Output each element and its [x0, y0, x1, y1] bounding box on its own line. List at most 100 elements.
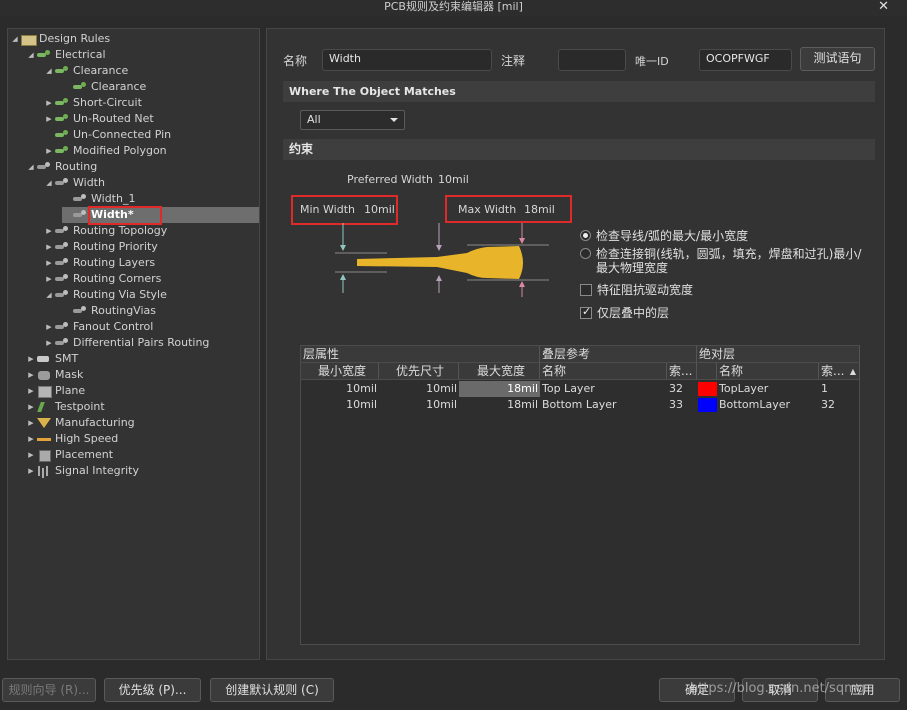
tree-item-routing-layers[interactable]: ▶ Routing Layers — [44, 255, 155, 271]
cell-preferred-size[interactable]: 10mil — [379, 397, 459, 413]
tree-item-fanout-control[interactable]: ▶ Fanout Control — [44, 319, 153, 335]
tree-item-testpoint[interactable]: ▶ Testpoint — [26, 399, 104, 415]
expand-arrow-icon[interactable]: ▶ — [26, 367, 36, 383]
cell-stack-name[interactable]: Bottom Layer — [542, 397, 667, 413]
expand-arrow-icon[interactable]: ▶ — [26, 399, 36, 415]
expand-arrow-icon[interactable]: ▶ — [44, 319, 54, 335]
col-preferred-size[interactable]: 优先尺寸 — [379, 363, 459, 380]
expand-arrow-icon[interactable]: ▶ — [26, 431, 36, 447]
cell-abs-name[interactable]: BottomLayer — [719, 397, 819, 413]
tree-item-manufacturing[interactable]: ▶ Manufacturing — [26, 415, 134, 431]
cell-min-width[interactable]: 10mil — [301, 397, 379, 413]
collapse-arrow-icon[interactable]: ◢ — [26, 47, 36, 63]
col-stack-index[interactable]: 索... — [667, 363, 697, 380]
radio-option-1[interactable]: 检查连接铜(线轨，圆弧，填充，焊盘和过孔)最小/最大物理宽度 — [580, 247, 865, 275]
close-icon[interactable]: ✕ — [878, 0, 889, 14]
expand-arrow-icon[interactable]: ▶ — [26, 415, 36, 431]
expand-arrow-icon[interactable]: ▶ — [44, 95, 54, 111]
max-width-value[interactable]: 18mil — [524, 203, 555, 216]
col-abs-name[interactable]: 名称 — [717, 363, 819, 380]
tree-item-label: Mask — [55, 368, 84, 381]
layer-color-swatch[interactable] — [698, 382, 717, 396]
checkbox-option-3[interactable]: 仅层叠中的层 — [580, 305, 865, 320]
checkbox[interactable] — [580, 305, 592, 319]
uid-field[interactable]: OCOPFWGF — [699, 49, 792, 71]
tree-item-routing[interactable]: ◢ Routing — [26, 159, 97, 175]
tree-item-routing-corners[interactable]: ▶ Routing Corners — [44, 271, 161, 287]
expand-arrow-icon[interactable]: ▶ — [26, 351, 36, 367]
collapse-arrow-icon[interactable]: ◢ — [26, 159, 36, 175]
cell-preferred-size[interactable]: 10mil — [379, 381, 459, 397]
tree-item-electrical[interactable]: ◢ Electrical — [26, 47, 105, 63]
expand-arrow-icon[interactable]: ▶ — [44, 111, 54, 127]
tree-item-design-rules[interactable]: ◢ Design Rules — [10, 31, 110, 47]
name-field[interactable]: Width — [322, 49, 492, 71]
tree-item-mask[interactable]: ▶ Mask — [26, 367, 83, 383]
tree-item-plane[interactable]: ▶ Plane — [26, 383, 85, 399]
cell-stack-name[interactable]: Top Layer — [542, 381, 667, 397]
green-rule-icon — [54, 145, 70, 157]
expand-arrow-icon[interactable]: ▶ — [26, 463, 36, 479]
comment-field[interactable] — [558, 49, 626, 71]
test-query-button[interactable]: 测试语句 — [800, 47, 875, 71]
expand-arrow-icon[interactable]: ▶ — [44, 143, 54, 159]
create-default-rules-button[interactable]: 创建默认规则 (C) — [210, 678, 334, 702]
layer-grid[interactable]: 层属性 叠层参考 绝对层 最小宽度 优先尺寸 最大宽度 名称 索... 名称 索… — [300, 345, 860, 645]
expand-arrow-icon[interactable]: ▶ — [44, 239, 54, 255]
tree-item-routing-topology[interactable]: ▶ Routing Topology — [44, 223, 167, 239]
col-color[interactable] — [697, 363, 717, 380]
expand-arrow-icon[interactable]: ▶ — [44, 271, 54, 287]
checkbox-option-2[interactable]: 特征阻抗驱动宽度 — [580, 283, 865, 297]
tree-item-width[interactable]: ◢ Width — [44, 175, 105, 191]
radio-option-0[interactable]: 检查导线/弧的最大/最小宽度 — [580, 229, 865, 243]
cell-stack-index[interactable]: 32 — [669, 381, 697, 397]
col-max-width[interactable]: 最大宽度 — [459, 363, 540, 380]
expand-arrow-icon[interactable]: ▶ — [44, 223, 54, 239]
tree-item-short-circuit[interactable]: ▶ Short-Circuit — [44, 95, 142, 111]
collapse-arrow-icon[interactable]: ◢ — [44, 287, 54, 303]
tree-item-signal-integrity[interactable]: ▶ Signal Integrity — [26, 463, 139, 479]
preferred-width-value[interactable]: 10mil — [438, 173, 469, 186]
tree-item-un-connected-pin[interactable]: Un-Connected Pin — [44, 127, 171, 143]
tree-item-width-1[interactable]: Width_1 — [62, 191, 135, 207]
col-abs-index[interactable]: 索... ▲ — [819, 363, 860, 380]
layer-color-swatch[interactable] — [698, 398, 717, 412]
expand-arrow-icon[interactable]: ▶ — [26, 447, 36, 463]
window-title-bar: PCB规则及约束编辑器 [mil] ✕ — [0, 0, 907, 16]
collapse-arrow-icon[interactable]: ◢ — [44, 175, 54, 191]
checkbox[interactable] — [580, 284, 592, 296]
tree-item-smt[interactable]: ▶ SMT — [26, 351, 78, 367]
cell-min-width[interactable]: 10mil — [301, 381, 379, 397]
tree-item-routing-priority[interactable]: ▶ Routing Priority — [44, 239, 158, 255]
cell-stack-index[interactable]: 33 — [669, 397, 697, 413]
tree-item-clearance[interactable]: Clearance — [62, 79, 146, 95]
expand-arrow-icon[interactable]: ▶ — [44, 335, 54, 351]
col-min-width[interactable]: 最小宽度 — [301, 363, 379, 380]
tree-item-high-speed[interactable]: ▶ High Speed — [26, 431, 118, 447]
rule-icon — [72, 209, 88, 221]
tree-item-un-routed-net[interactable]: ▶ Un-Routed Net — [44, 111, 153, 127]
radio-button[interactable] — [580, 230, 591, 241]
tree-item-placement[interactable]: ▶ Placement — [26, 447, 113, 463]
cell-abs-index[interactable]: 32 — [821, 397, 860, 413]
cell-max-width[interactable]: 18mil — [459, 397, 540, 413]
cell-abs-name[interactable]: TopLayer — [719, 381, 819, 397]
cell-max-width[interactable]: 18mil — [459, 381, 540, 397]
collapse-arrow-icon[interactable]: ◢ — [10, 31, 20, 47]
col-stack-name[interactable]: 名称 — [540, 363, 667, 380]
expand-arrow-icon[interactable]: ▶ — [44, 255, 54, 271]
expand-arrow-icon[interactable]: ▶ — [26, 383, 36, 399]
tree-item-differential-pairs-routing[interactable]: ▶ Differential Pairs Routing — [44, 335, 209, 351]
rule-wizard-button[interactable]: 规则向导 (R)... — [2, 678, 96, 702]
tree-item-clearance[interactable]: ◢ Clearance — [44, 63, 128, 79]
collapse-arrow-icon[interactable]: ◢ — [44, 63, 54, 79]
tree-item-routingvias[interactable]: RoutingVias — [62, 303, 156, 319]
priorities-button[interactable]: 优先级 (P)... — [104, 678, 201, 702]
scope-dropdown[interactable]: All — [300, 110, 405, 130]
tree-item-modified-polygon[interactable]: ▶ Modified Polygon — [44, 143, 166, 159]
min-width-value[interactable]: 10mil — [364, 203, 395, 216]
radio-button[interactable] — [580, 248, 591, 259]
cell-abs-index[interactable]: 1 — [821, 381, 860, 397]
rule-tree[interactable]: ◢ Design Rules ◢ Electrical ◢ Clearance Cleara… — [7, 28, 260, 660]
tree-item-routing-via-style[interactable]: ◢ Routing Via Style — [44, 287, 167, 303]
